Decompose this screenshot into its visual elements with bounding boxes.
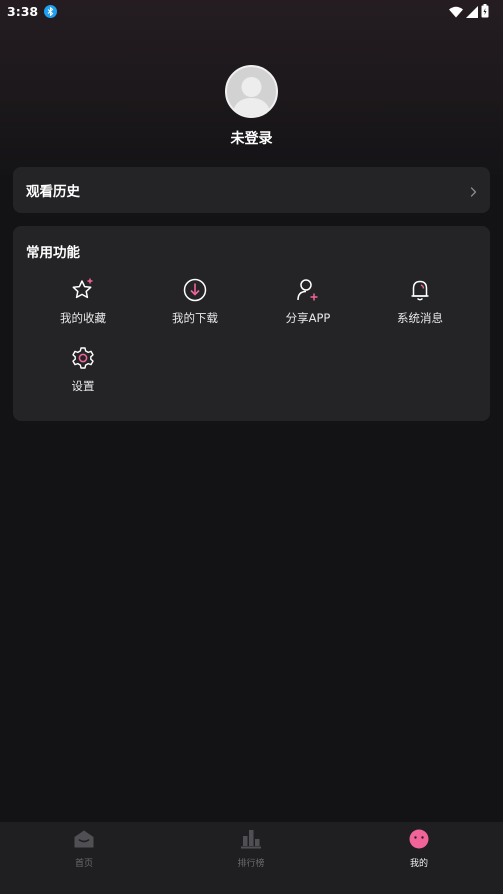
downloads-button[interactable]: 我的下载 [150,277,240,333]
status-bar: 3:38 [0,0,503,22]
share-app-button[interactable]: 分享APP [263,277,353,333]
battery-icon [481,3,489,22]
default-avatar-icon [232,77,271,116]
favorites-button[interactable]: 我的收藏 [38,277,128,333]
cell-signal-icon [466,3,478,22]
nav-home-label: 首页 [74,859,93,869]
watch-history-row[interactable]: 观看历史 [13,167,490,213]
nav-mine-label: 我的 [409,859,428,869]
nav-home[interactable]: 首页 [44,829,124,869]
system-messages-button[interactable]: 系统消息 [375,277,465,333]
downloads-label: 我的下载 [172,311,218,325]
bottom-nav: 首页 排行榜 我的 [0,822,503,894]
bell-icon [407,277,433,303]
settings-label: 设置 [71,379,95,393]
system-messages-label: 系统消息 [397,311,443,325]
common-functions-title: 常用功能 [26,245,80,261]
avatar[interactable] [225,65,278,118]
nav-mine[interactable]: 我的 [379,829,459,869]
common-functions-card: 常用功能 我的收藏 我的下载 分享APP 系统消息 设置 [13,226,490,421]
gear-icon [70,345,96,371]
user-plus-icon [295,277,321,303]
nav-ranking-label: 排行榜 [237,859,265,869]
login-status-name[interactable]: 未登录 [0,128,503,148]
share-app-label: 分享APP [285,311,331,325]
star-plus-icon [70,277,96,303]
nav-ranking[interactable]: 排行榜 [211,829,291,869]
watch-history-label: 观看历史 [26,184,80,200]
home-icon [73,829,95,853]
ranking-icon [240,829,262,853]
wifi-icon [449,3,463,22]
bluetooth-app-icon [44,4,58,18]
download-icon [182,277,208,303]
chevron-right-icon [470,183,477,202]
status-time: 3:38 [7,3,39,19]
face-icon [408,829,430,853]
favorites-label: 我的收藏 [60,311,106,325]
settings-button[interactable]: 设置 [38,345,128,401]
